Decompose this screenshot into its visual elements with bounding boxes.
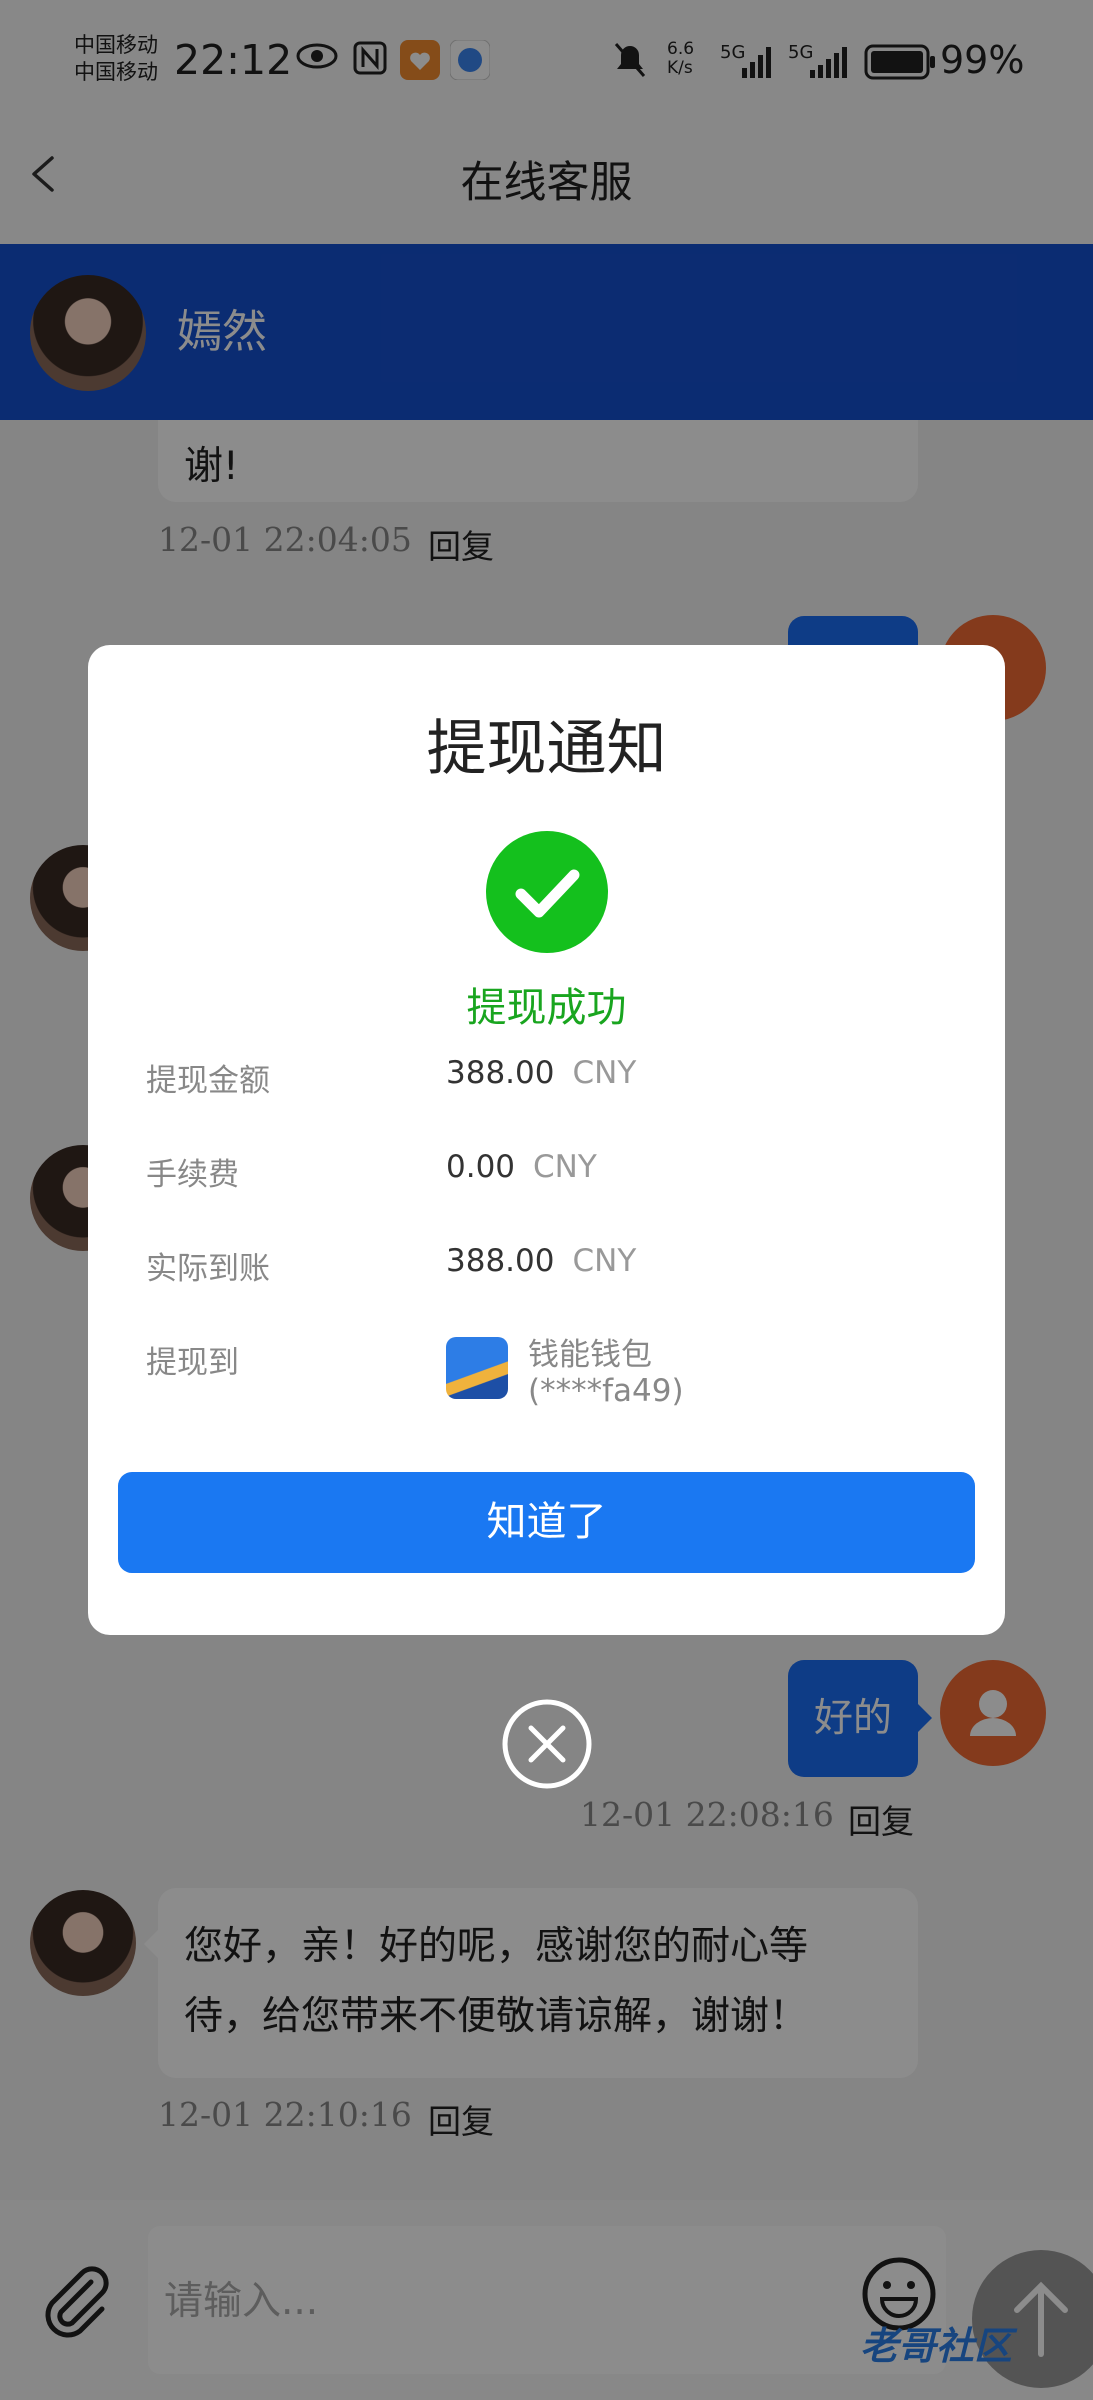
amount-label: 提现金额 <box>146 1063 270 1099</box>
withdrawal-dialog: 提现通知 提现成功 提现金额 388.00 CNY 手续费 0.00 CNY 实际到… <box>88 645 1005 1635</box>
amount-number: 388.00 <box>446 1055 555 1091</box>
wallet-logo-icon <box>446 1337 508 1399</box>
amount-value: 388.00 CNY <box>446 1055 636 1091</box>
success-check-icon <box>486 831 608 953</box>
wallet-info: 钱能钱包 (****fa49) <box>528 1337 684 1409</box>
amount-unit: CNY <box>572 1055 637 1091</box>
confirm-button[interactable]: 知道了 <box>118 1472 975 1573</box>
destination-label: 提现到 <box>146 1345 239 1381</box>
withdraw-status: 提现成功 <box>466 985 627 1031</box>
close-icon[interactable] <box>500 1697 594 1791</box>
dialog-title: 提现通知 <box>426 714 667 784</box>
fee-value: 0.00 CNY <box>446 1149 597 1185</box>
wallet-name: 钱能钱包 <box>528 1337 652 1373</box>
fee-unit: CNY <box>533 1149 597 1185</box>
wallet-account: (****fa49) <box>528 1373 684 1409</box>
fee-label: 手续费 <box>146 1157 239 1193</box>
received-number: 388.00 <box>446 1243 555 1279</box>
received-value: 388.00 CNY <box>446 1243 636 1279</box>
fee-number: 0.00 <box>446 1149 516 1185</box>
received-label: 实际到账 <box>146 1251 270 1287</box>
received-unit: CNY <box>572 1243 637 1279</box>
